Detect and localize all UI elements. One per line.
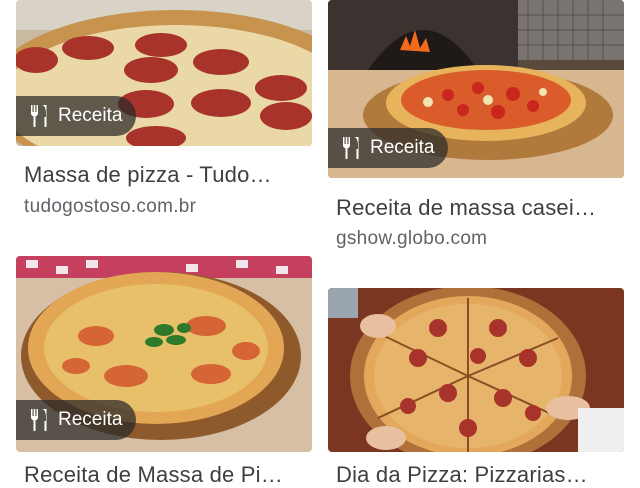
result-image-3[interactable]: Receita: [16, 256, 312, 452]
result-image-4[interactable]: [328, 288, 624, 452]
fork-knife-icon: [340, 136, 362, 160]
badge-label: Receita: [58, 409, 123, 430]
recipe-badge: Receita: [16, 400, 137, 440]
result-image-1[interactable]: Receita: [16, 0, 312, 146]
result-title-2[interactable]: Receita de massa casei…: [336, 195, 596, 221]
sliced-pepperoni-pizza-image: [328, 288, 624, 452]
badge-label: Receita: [370, 137, 435, 158]
result-title-1[interactable]: Massa de pizza - Tudo…: [24, 162, 272, 188]
badge-label: Receita: [58, 105, 123, 126]
fork-knife-icon: [28, 408, 50, 432]
result-source-1[interactable]: tudogostoso.com.br: [24, 196, 196, 218]
fork-knife-icon: [28, 104, 50, 128]
recipe-badge: Receita: [16, 96, 137, 136]
result-title-4[interactable]: Dia da Pizza: Pizzarias…: [336, 462, 588, 488]
recipe-badge: Receita: [328, 128, 449, 168]
result-title-3[interactable]: Receita de Massa de Pi…: [24, 462, 283, 488]
result-source-2[interactable]: gshow.globo.com: [336, 228, 487, 250]
result-image-2[interactable]: Receita: [328, 0, 624, 178]
